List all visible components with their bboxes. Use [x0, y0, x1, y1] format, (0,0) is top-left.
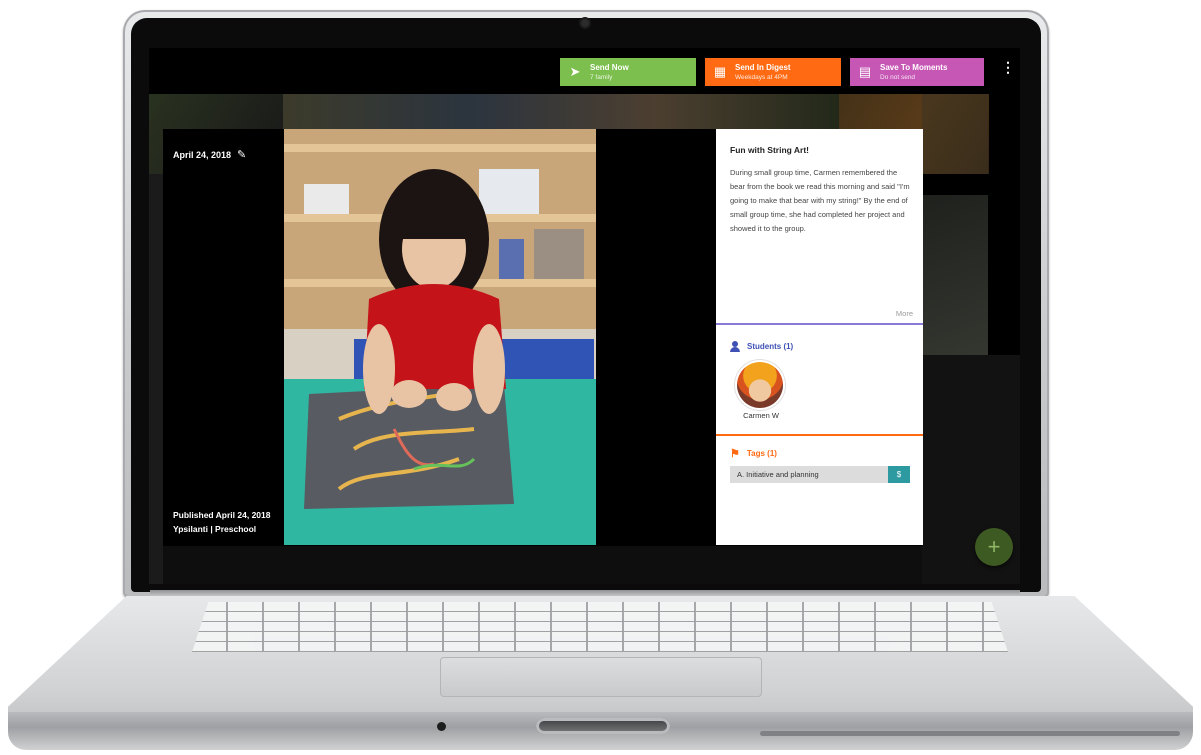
send-now-label: Send Now [590, 62, 629, 72]
tag-chip[interactable]: A. Initiative and planning $ [730, 466, 910, 483]
save-moments-subtitle: Do not send [880, 73, 916, 81]
post-date: April 24, 2018 [173, 149, 232, 160]
feed-backdrop [163, 546, 923, 584]
post-photo [284, 129, 596, 545]
trackpad [440, 657, 762, 697]
more-vertical-icon[interactable]: ⋮ [1001, 60, 1015, 74]
send-digest-subtitle: Weekdays at 4PM [735, 73, 788, 81]
edit-date-pencil-icon[interactable]: ✎ [237, 148, 246, 161]
save-to-moments-button[interactable]: ▤ Save To Moments Do not send [850, 58, 984, 86]
add-floating-button[interactable]: + [975, 528, 1013, 566]
calendar-icon: ▦ [713, 64, 727, 79]
webcam [581, 19, 589, 27]
bookmark-icon: ▤ [858, 64, 872, 79]
post-viewer: April 24, 2018 ✎ Published April 24, 201… [163, 129, 923, 545]
students-divider [716, 323, 923, 325]
students-heading-row: Students (1) [730, 341, 793, 352]
tag-label: A. Initiative and planning [737, 470, 819, 479]
tags-divider [716, 434, 923, 436]
paper-plane-icon: ➤ [569, 64, 581, 79]
post-location: Ypsilanti | Preschool [173, 524, 257, 534]
power-led [437, 722, 446, 731]
lid-latch [536, 718, 670, 734]
post-body: During small group time, Carmen remember… [730, 168, 910, 233]
student-avatar[interactable] [737, 362, 783, 408]
feed-thumbnail [922, 94, 988, 174]
send-now-button[interactable]: ➤ Send Now 7 family [560, 58, 696, 86]
person-icon [730, 341, 740, 352]
student-name: Carmen W [743, 411, 779, 420]
send-digest-label: Send In Digest [735, 62, 791, 72]
feed-backdrop [149, 174, 163, 584]
photo-artwork [284, 129, 596, 545]
keyboard-rows [192, 602, 1008, 652]
post-publish-info: Published April 24, 2018 Ypsilanti | Pre… [173, 508, 270, 536]
tags-heading-row: ⚑ Tags (1) [730, 447, 777, 460]
tags-heading: Tags (1) [746, 449, 777, 458]
published-date: Published April 24, 2018 [173, 510, 271, 520]
post-title: Fun with String Art! [730, 145, 810, 155]
send-now-subtitle: 7 family [590, 73, 613, 81]
students-heading: Students (1) [747, 342, 794, 351]
optical-drive-slot [760, 731, 1180, 736]
send-in-digest-button[interactable]: ▦ Send In Digest Weekdays at 4PM [705, 58, 841, 86]
feed-thumbnail [922, 195, 988, 355]
more-link[interactable]: More [896, 309, 913, 318]
top-action-bar: ➤ Send Now 7 family ▦ Send In Digest Wee… [149, 48, 1020, 94]
app-screen: ➤ Send Now 7 family ▦ Send In Digest Wee… [149, 48, 1020, 584]
post-details-panel: Fun with String Art! During small group … [716, 129, 923, 545]
save-moments-label: Save To Moments [880, 62, 948, 72]
post-date-row: April 24, 2018 ✎ [173, 148, 246, 161]
tag-action-button[interactable]: $ [888, 466, 910, 483]
tag-icon: ⚑ [730, 448, 740, 460]
